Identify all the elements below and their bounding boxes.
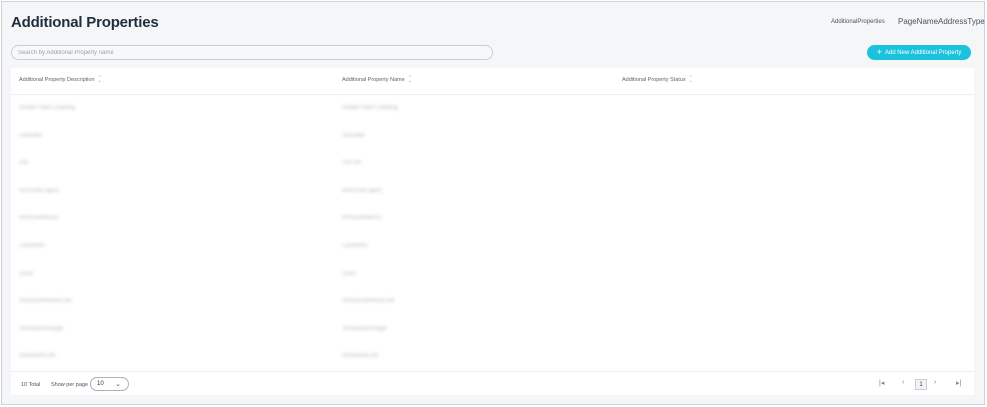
cell-description: ShoreDelsSingle [19,325,64,332]
table-row[interactable]: Pal Pal Pkt [11,150,974,178]
search-input[interactable] [11,45,493,60]
add-new-additional-property-button[interactable]: + Add New Additional Property [867,45,971,60]
plus-icon: + [876,47,882,57]
table-row[interactable]: ShoreRefLink ShoreRefLink [11,343,974,371]
first-page-icon[interactable]: |◂ [879,379,884,387]
cell-name: Dwindell [342,132,365,139]
sort-icon[interactable]: ⌃ ⌄ [98,76,102,84]
cell-description: RiP(OneLayer) [19,187,60,194]
add-button-label: Add New Additional Property [884,49,962,56]
show-per-page-label: Show per page [51,382,88,388]
table-header: Additional Property Description ⌃ ⌄ Addit… [11,68,974,95]
cell-name: RiP(OneMess) [342,215,382,222]
per-page-value: 10 [97,381,104,387]
cell-name: RiP(OneLayer) [342,187,383,194]
table-row[interactable]: Dwindell Dwindell [11,123,974,151]
cell-name: LenD [342,270,357,277]
table-row[interactable]: RiP(OneMess) RiP(OneMess) [11,205,974,233]
breadcrumb-item-additional-properties[interactable]: AdditionalProperties [831,19,885,25]
next-page-icon[interactable]: › [934,379,936,386]
cell-description: ShoreDeliNewsLink [19,298,72,305]
breadcrumb-item-page-name[interactable]: PageNameAddressType [898,17,985,26]
per-page-select[interactable]: 10 ⌄ [90,377,129,391]
cell-description: ShoreRefLink [19,353,56,360]
cell-description: Shade Paint Leading [19,105,75,111]
total-count: 10 Total [21,382,41,388]
cell-name: ShoreDeliNewsLink [342,298,395,305]
cell-name: Shade Paint Leading [342,105,398,111]
cell-name: ShoreDelsSingle [342,325,387,332]
cell-description: Pal [19,160,28,167]
chevron-down-icon: ⌄ [115,381,121,388]
column-header-description[interactable]: Additional Property Description ⌃ ⌄ [19,76,102,84]
table-row[interactable]: LenD LenD [11,261,974,289]
app-frame: Additional Properties AdditionalProperti… [1,1,985,405]
sort-icon[interactable]: ⌃ ⌄ [689,76,693,84]
table-footer: 10 Total Show per page 10 ⌄ |◂ ‹ 1 › ▸| [11,371,974,395]
column-header-status[interactable]: Additional Property Status ⌃ ⌄ [622,76,693,84]
table-row[interactable]: RiP(OneLayer) RiP(OneLayer) [11,178,974,206]
cell-description: RiP(OneMess) [19,215,59,222]
previous-page-icon[interactable]: ‹ [902,379,904,386]
cell-description: LenD [19,270,34,277]
table-row[interactable]: ShoreDelsSingle ShoreDelsSingle [11,316,974,344]
cell-name: LastRefer [342,243,369,249]
last-page-icon[interactable]: ▸| [956,379,961,387]
page-title: Additional Properties [11,14,159,31]
table-row[interactable]: Shade Paint Leading Shade Paint Leading [11,95,974,123]
cell-name: ShoreRefLink [342,353,379,360]
cell-description: Dwindell [19,132,42,139]
current-page-button[interactable]: 1 [915,379,927,390]
sort-icon[interactable]: ⌃ ⌄ [408,76,412,84]
properties-table: Additional Property Description ⌃ ⌄ Addit… [11,68,974,395]
column-header-name[interactable]: Additional Property Name ⌃ ⌄ [342,76,412,84]
table-row[interactable]: ShoreDeliNewsLink ShoreDeliNewsLink [11,288,974,316]
cell-name: Pal Pkt [342,160,362,167]
table-row[interactable]: LastRefer LastRefer [11,233,974,261]
cell-description: LastRefer [19,243,46,249]
